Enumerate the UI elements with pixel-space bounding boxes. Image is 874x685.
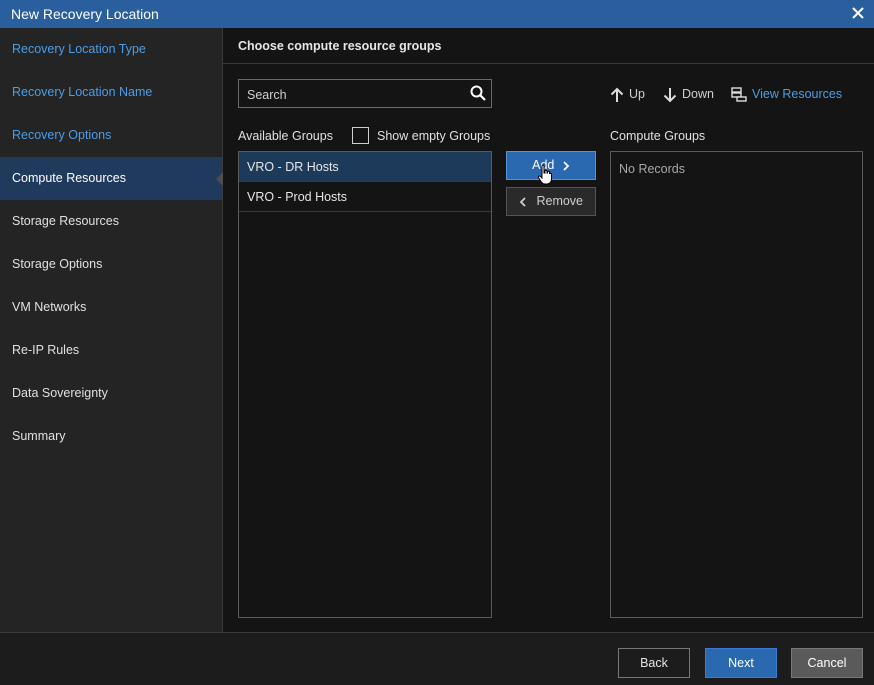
servers-icon <box>731 87 747 102</box>
sidebar-item-label: Summary <box>12 429 66 443</box>
sidebar-item-recovery-location-name[interactable]: Recovery Location Name <box>0 71 222 114</box>
compute-groups-label: Compute Groups <box>610 129 706 143</box>
list-item-label: VRO - DR Hosts <box>247 160 339 174</box>
show-empty-groups-label: Show empty Groups <box>377 129 491 143</box>
sidebar-item-label: Compute Resources <box>12 171 126 185</box>
sidebar-item-label: Recovery Location Name <box>12 85 153 99</box>
sidebar-item-recovery-options[interactable]: Recovery Options <box>0 114 222 157</box>
move-up-label: Up <box>629 87 645 101</box>
sidebar-item-label: VM Networks <box>12 300 87 314</box>
title-bar: New Recovery Location <box>0 0 874 28</box>
chevron-left-icon <box>519 197 526 207</box>
sidebar-item-label: Storage Options <box>12 257 103 271</box>
arrow-up-icon <box>610 87 624 102</box>
sidebar-item-vm-networks[interactable]: VM Networks <box>0 286 222 329</box>
search-box <box>238 79 492 109</box>
sidebar-item-label: Data Sovereignty <box>12 386 108 400</box>
search-input[interactable] <box>239 80 469 109</box>
sidebar-item-storage-resources[interactable]: Storage Resources <box>0 200 222 243</box>
sidebar-item-storage-options[interactable]: Storage Options <box>0 243 222 286</box>
available-groups-label: Available Groups <box>238 129 333 143</box>
sidebar-item-re-ip-rules[interactable]: Re-IP Rules <box>0 329 222 372</box>
remove-button[interactable]: Remove <box>506 187 596 216</box>
move-down-label: Down <box>682 87 714 101</box>
search-icon[interactable] <box>470 85 486 101</box>
list-item[interactable]: VRO - Prod Hosts <box>239 182 491 212</box>
sidebar-item-summary[interactable]: Summary <box>0 415 222 458</box>
cancel-button[interactable]: Cancel <box>791 648 863 678</box>
hand-pointer-icon <box>537 164 552 185</box>
close-icon[interactable] <box>850 4 866 22</box>
list-item[interactable]: VRO - DR Hosts <box>239 152 491 182</box>
list-item-label: VRO - Prod Hosts <box>247 190 348 204</box>
page-title: Choose compute resource groups <box>223 28 874 64</box>
move-up-button[interactable]: Up <box>610 85 645 103</box>
remove-button-label: Remove <box>536 194 584 208</box>
available-groups-list[interactable]: VRO - DR Hosts VRO - Prod Hosts <box>238 151 492 618</box>
empty-state-text: No Records <box>619 162 685 176</box>
window-title: New Recovery Location <box>11 6 159 22</box>
back-button[interactable]: Back <box>618 648 690 678</box>
footer: Back Next Cancel <box>0 632 874 685</box>
sidebar-item-label: Storage Resources <box>12 214 120 228</box>
sidebar-item-label: Recovery Options <box>12 128 112 142</box>
main-panel: Choose compute resource groups Available… <box>223 28 874 632</box>
view-resources-label: View Resources <box>752 87 843 101</box>
wizard-steps-sidebar: Recovery Location Type Recovery Location… <box>0 28 223 632</box>
move-down-button[interactable]: Down <box>663 85 714 103</box>
sidebar-item-recovery-location-type[interactable]: Recovery Location Type <box>0 28 222 71</box>
arrow-down-icon <box>663 87 677 103</box>
sidebar-item-label: Re-IP Rules <box>12 343 80 357</box>
chevron-right-icon <box>563 161 570 171</box>
sidebar-item-compute-resources[interactable]: Compute Resources <box>0 157 223 200</box>
sidebar-item-label: Recovery Location Type <box>12 42 146 56</box>
view-resources-link[interactable]: View Resources <box>731 85 842 103</box>
next-button[interactable]: Next <box>705 648 777 678</box>
compute-groups-list[interactable]: No Records <box>610 151 863 618</box>
sidebar-item-data-sovereignty[interactable]: Data Sovereignty <box>0 372 222 415</box>
show-empty-groups-checkbox[interactable] <box>352 127 369 144</box>
